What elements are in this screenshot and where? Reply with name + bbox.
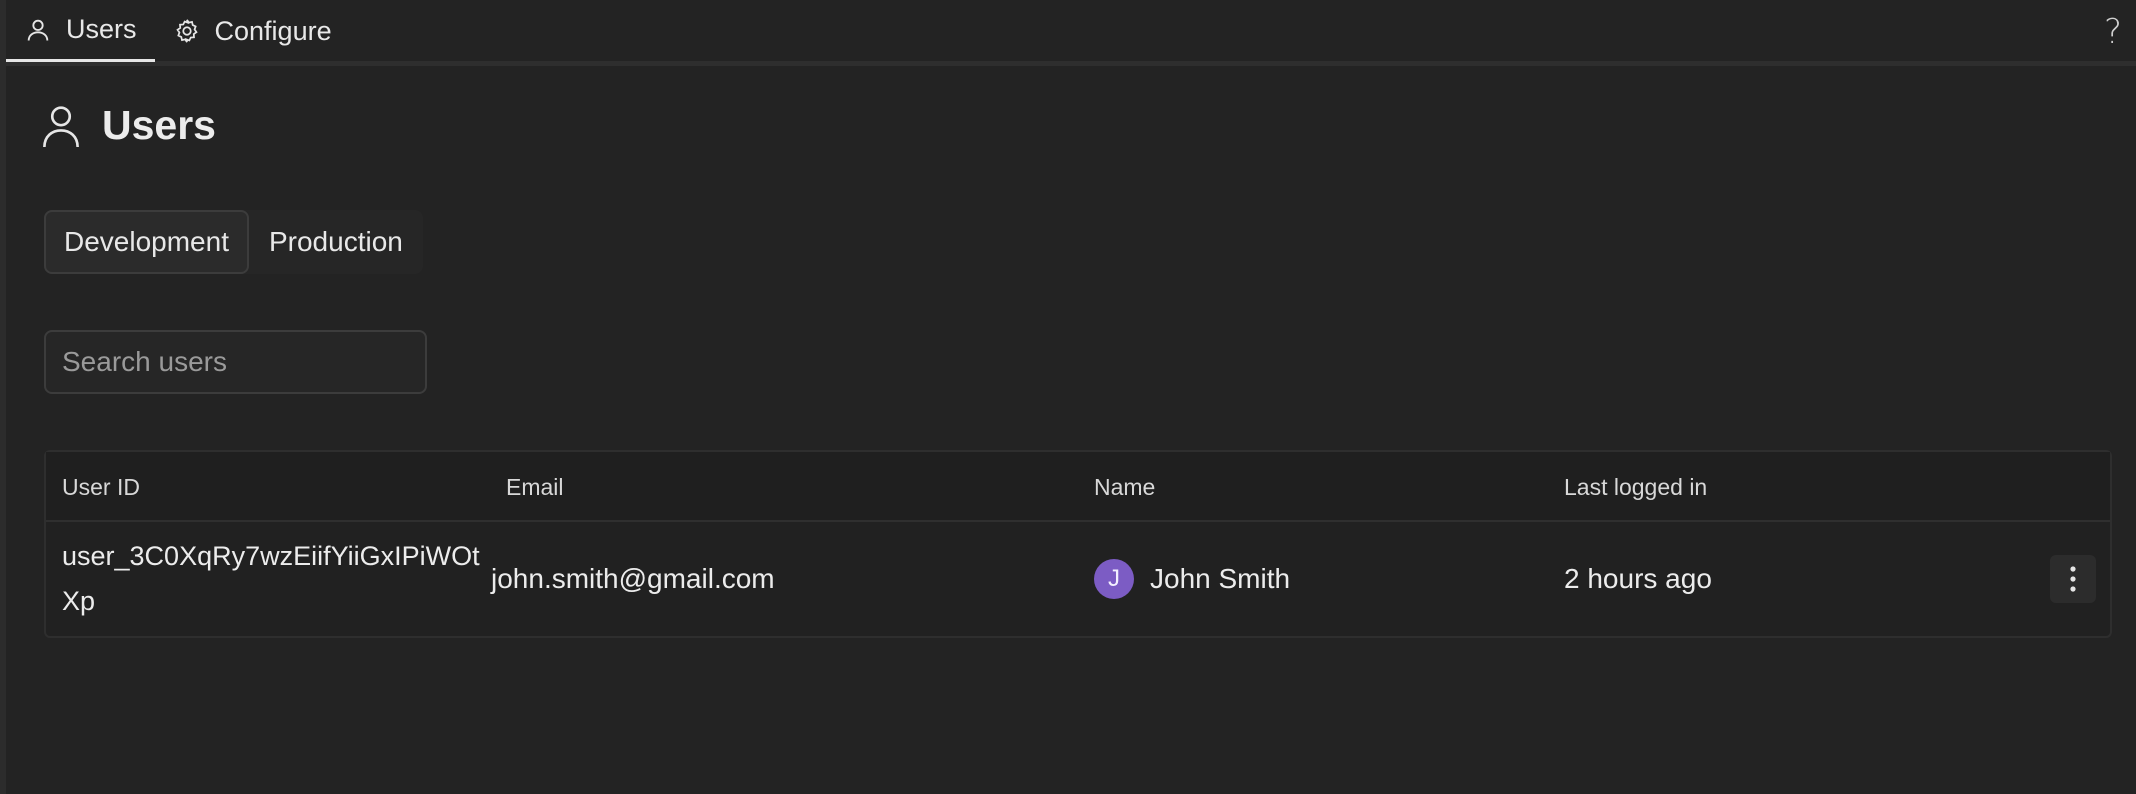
tab-development[interactable]: Development <box>44 210 249 274</box>
user-icon <box>27 19 49 41</box>
table-row[interactable]: user_3C0XqRy7wzEiifYiiGxIPiWOtXp john.sm… <box>46 522 2110 636</box>
more-vertical-icon <box>2070 566 2076 592</box>
user-icon <box>43 105 79 147</box>
row-actions-button[interactable] <box>2050 555 2096 603</box>
tab-users-label: Users <box>66 14 137 44</box>
search-box <box>44 330 427 394</box>
column-header-last-logged-in[interactable]: Last logged in <box>1564 452 1707 522</box>
tab-users[interactable]: Users <box>6 0 155 62</box>
column-header-name[interactable]: Name <box>1094 452 1155 522</box>
cell-last-logged-in: 2 hours ago <box>1564 563 1712 594</box>
gear-icon <box>175 19 198 43</box>
top-tab-bar: Users Configure ? <box>6 0 2136 66</box>
tab-configure[interactable]: Configure <box>155 0 350 62</box>
users-table: User ID Email Name Last logged in user_3… <box>44 450 2112 638</box>
cell-name: J John Smith <box>1094 522 1290 636</box>
column-header-email[interactable]: Email <box>506 452 564 522</box>
search-input[interactable] <box>62 346 423 378</box>
cell-user-id: user_3C0XqRy7wzEiifYiiGxIPiWOtXp <box>62 541 480 616</box>
column-header-user-id[interactable]: User ID <box>62 452 140 522</box>
cell-email: john.smith@gmail.com <box>491 563 775 594</box>
environment-tabs: Development Production <box>44 210 423 274</box>
table-header: User ID Email Name Last logged in <box>46 452 2110 522</box>
tab-configure-label: Configure <box>214 15 332 46</box>
tab-production[interactable]: Production <box>249 210 423 274</box>
page-title-text: Users <box>102 102 216 148</box>
app-window: Users Configure ? Users Development Prod… <box>0 0 2136 794</box>
user-name: John Smith <box>1150 563 1291 594</box>
page-title: Users <box>40 102 216 149</box>
avatar: J <box>1094 559 1134 599</box>
help-icon[interactable]: ? <box>2098 12 2128 52</box>
